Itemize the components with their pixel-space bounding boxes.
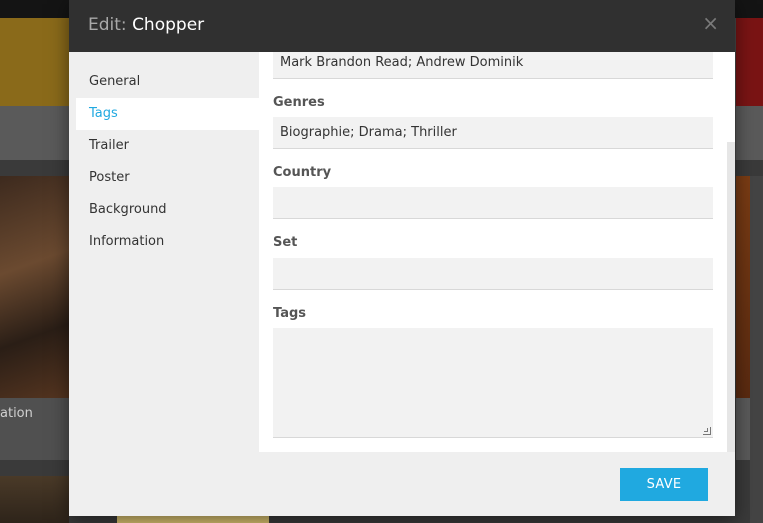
tags-textarea[interactable] xyxy=(273,328,713,438)
dialog-sidebar: General Tags Trailer Poster Background I… xyxy=(69,52,259,452)
sidebar-item-information[interactable]: Information xyxy=(69,226,259,258)
set-label: Set xyxy=(273,235,298,250)
background-movie-poster xyxy=(0,476,69,523)
background-edge xyxy=(750,176,763,523)
sidebar-item-poster[interactable]: Poster xyxy=(69,162,259,194)
dialog-title-prefix: Edit: xyxy=(88,15,127,35)
background-toolbar xyxy=(0,106,69,160)
dialog-footer: SAVE xyxy=(69,452,735,516)
form-scrollbar[interactable] xyxy=(727,142,735,452)
resize-handle-icon[interactable] xyxy=(703,427,711,435)
sidebar-item-trailer[interactable]: Trailer xyxy=(69,130,259,162)
dialog-header: Edit: Chopper × xyxy=(69,0,735,52)
set-field[interactable] xyxy=(273,258,713,290)
directors-field[interactable]: Mark Brandon Read; Andrew Dominik xyxy=(273,52,713,79)
sidebar-item-background[interactable]: Background xyxy=(69,194,259,226)
dialog-form: Mark Brandon Read; Andrew Dominik Genres… xyxy=(259,52,735,452)
sidebar-nav: General Tags Trailer Poster Background I… xyxy=(69,52,259,258)
save-button[interactable]: SAVE xyxy=(620,468,708,501)
country-label: Country xyxy=(273,165,332,180)
sidebar-item-general[interactable]: General xyxy=(69,66,259,98)
background-movie-poster xyxy=(0,176,69,398)
background-movie-card xyxy=(736,398,750,460)
dialog-title: Edit: Chopper xyxy=(88,15,204,35)
background-movie-title: ation xyxy=(0,406,33,421)
background-banner xyxy=(0,18,69,106)
country-field[interactable] xyxy=(273,187,713,219)
sidebar-item-tags[interactable]: Tags xyxy=(76,98,259,130)
close-icon[interactable]: × xyxy=(702,11,719,35)
background-banner-right xyxy=(736,18,763,106)
background-toolbar-right xyxy=(736,106,763,160)
background-movie-poster xyxy=(736,176,750,398)
tags-label: Tags xyxy=(273,306,307,321)
dialog-title-movie: Chopper xyxy=(132,15,205,35)
edit-dialog: Edit: Chopper × General Tags Trailer Pos… xyxy=(69,0,735,516)
genres-label: Genres xyxy=(273,95,325,110)
genres-field[interactable]: Biographie; Drama; Thriller xyxy=(273,117,713,149)
